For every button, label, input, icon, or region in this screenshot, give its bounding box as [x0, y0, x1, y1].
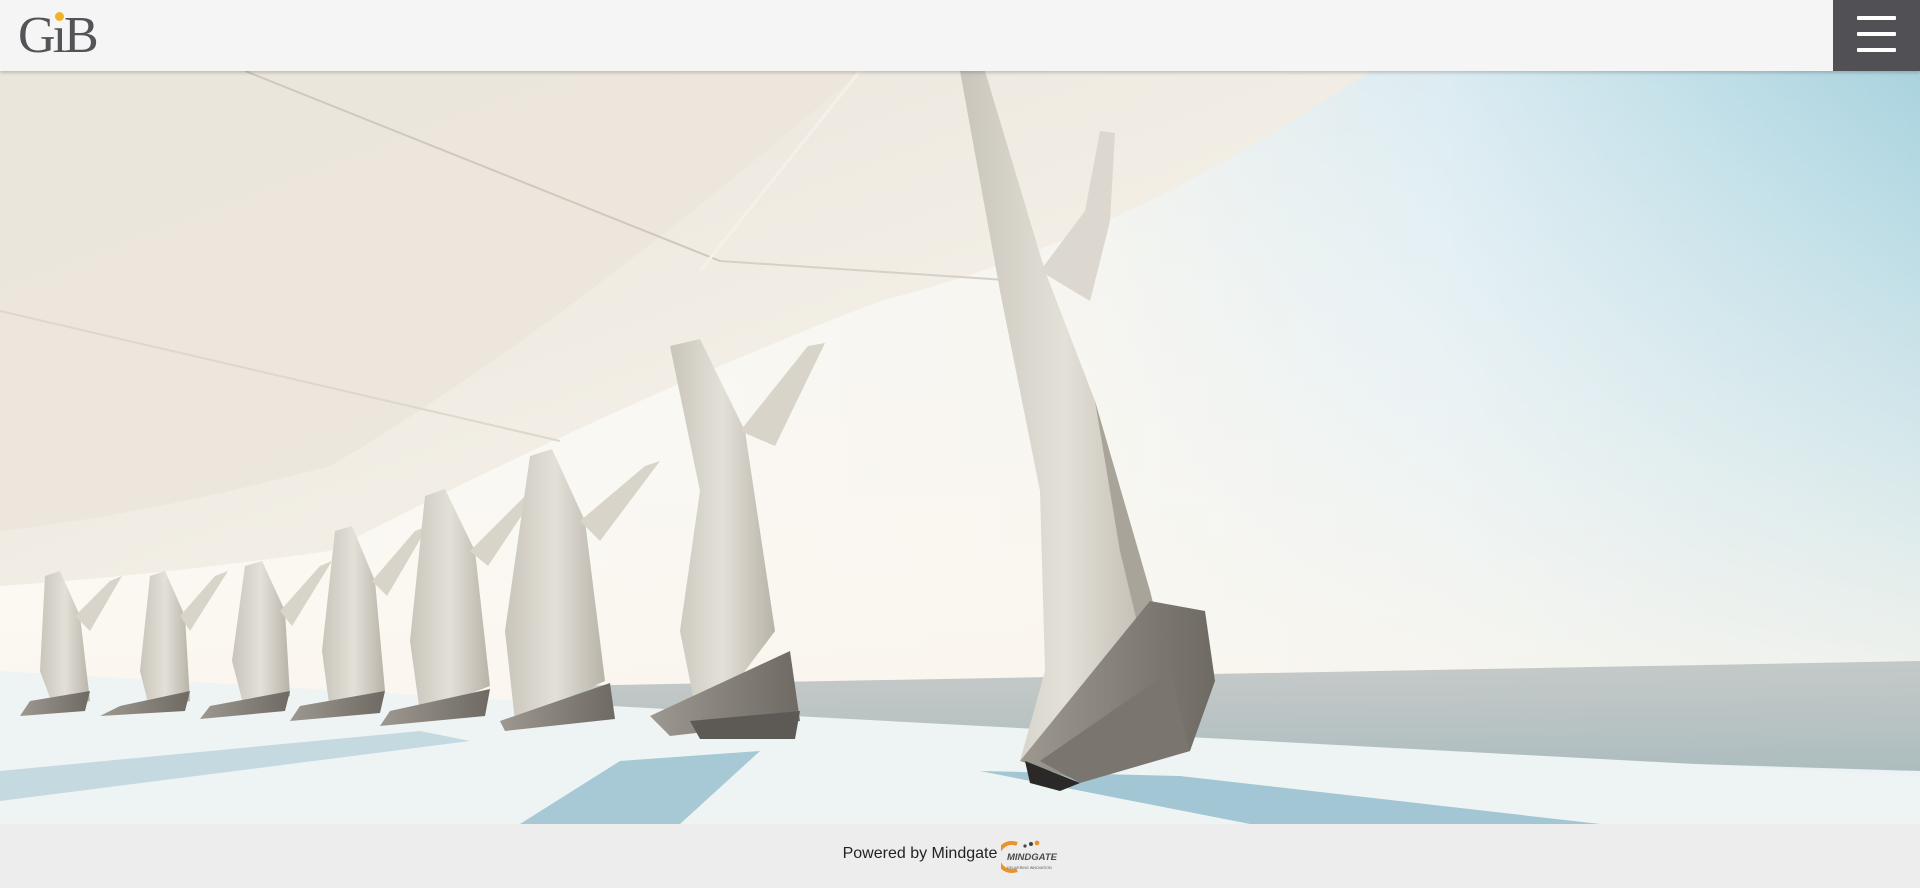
gib-logo-text: Gı B — [18, 7, 99, 64]
top-header: Gı B — [0, 0, 1920, 71]
footer: Powered by Mindgate MINDGATE DELIVERING … — [0, 824, 1920, 888]
mindgate-logo[interactable]: MINDGATE DELIVERING INNOVATION — [996, 838, 1077, 874]
svg-text:DELIVERING INNOVATION: DELIVERING INNOVATION — [1007, 866, 1052, 870]
powered-by-text: Powered by Mindgate — [842, 845, 998, 862]
hero-image — [0, 71, 1920, 824]
gib-logo[interactable]: Gı B — [18, 7, 99, 64]
svg-text:MINDGATE: MINDGATE — [1007, 852, 1058, 863]
hamburger-menu-button[interactable] — [1833, 0, 1920, 71]
architectural-colonnade-image — [0, 71, 1920, 824]
logo-gold-dot — [55, 12, 65, 21]
mindgate-logo-icon: MINDGATE DELIVERING INNOVATION — [996, 840, 1058, 873]
